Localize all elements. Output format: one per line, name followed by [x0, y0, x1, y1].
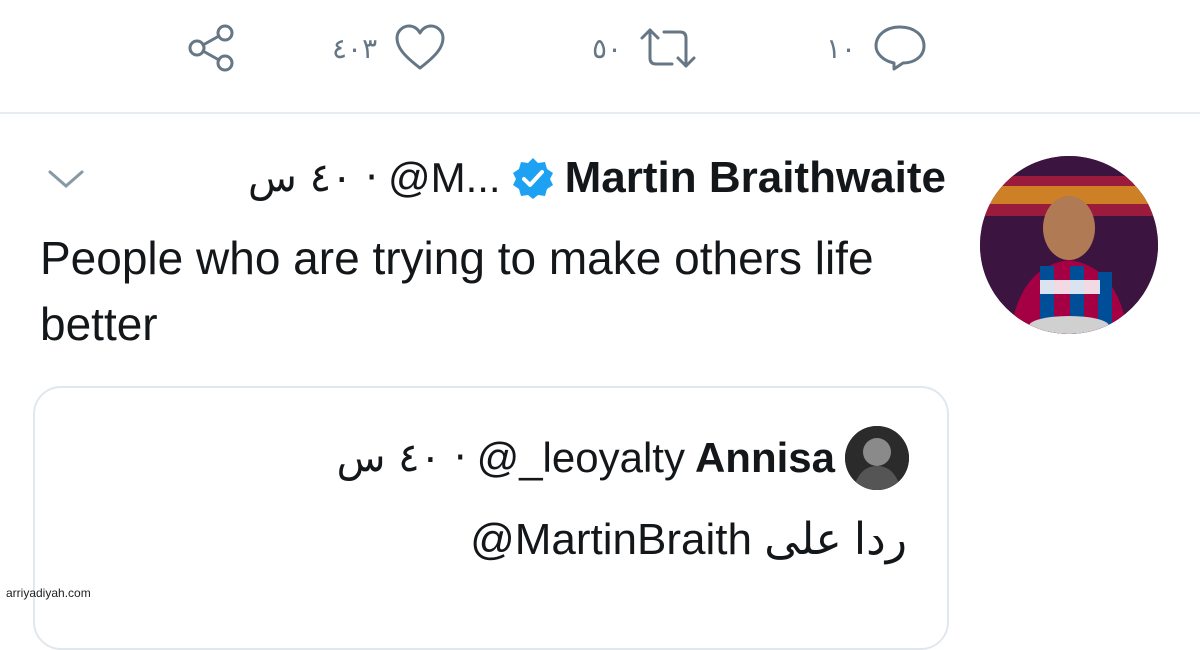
replying-to-mention[interactable]: @MartinBraith — [470, 515, 752, 564]
tweet-action-bar: ٤٠٣ ٥٠ ١٠ — [0, 0, 1200, 114]
quote-time: · ٤٠ س — [336, 435, 467, 481]
quote-author-handle[interactable]: @_leoyalty — [477, 434, 685, 482]
replying-to: ردا على @MartinBraith — [470, 514, 907, 565]
like-action[interactable]: ٤٠٣ — [332, 22, 447, 74]
tweet-time: · ٤٠ س — [248, 155, 378, 201]
quote-header: · ٤٠ س @_leoyalty Annisa — [336, 426, 909, 490]
author-handle[interactable]: @M... — [388, 154, 501, 202]
reply-count: ١٠ — [826, 31, 857, 65]
replying-to-label: ردا على — [764, 515, 907, 564]
retweet-icon — [640, 28, 696, 68]
author-avatar[interactable] — [980, 156, 1158, 334]
watermark: arriyadiyah.com — [6, 586, 91, 600]
retweet-action[interactable]: ٥٠ — [592, 22, 698, 74]
share-action[interactable] — [185, 22, 239, 74]
author-name[interactable]: Martin Braithwaite — [565, 153, 946, 203]
quote-author-name[interactable]: Annisa — [695, 434, 835, 482]
tweet-header: · ٤٠ س @M... Martin Braithwaite — [248, 148, 946, 208]
quoted-tweet[interactable]: · ٤٠ س @_leoyalty Annisa ردا على @Martin… — [33, 386, 949, 650]
verified-badge-icon — [512, 158, 553, 199]
chevron-down-icon[interactable] — [46, 166, 86, 192]
heart-icon — [395, 24, 445, 70]
reply-action[interactable]: ١٠ — [826, 22, 928, 74]
retweet-count: ٥٠ — [592, 31, 623, 65]
share-icon — [188, 24, 234, 72]
reply-bubble-icon — [874, 25, 926, 71]
like-count: ٤٠٣ — [332, 31, 378, 65]
tweet-text: People who are trying to make others lif… — [40, 232, 874, 350]
quote-author-avatar[interactable] — [845, 426, 909, 490]
